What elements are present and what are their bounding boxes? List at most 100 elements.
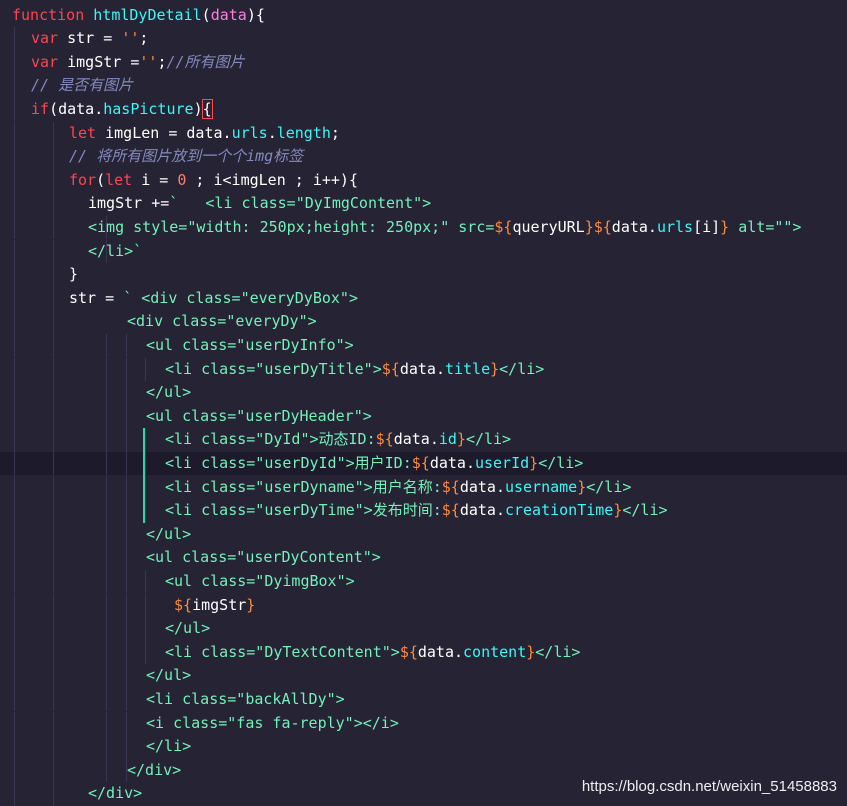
code-line[interactable]: </ul> <box>0 522 847 547</box>
code-line[interactable]: str = ` <div class="everyDyBox"> <box>0 286 847 311</box>
code-token: . <box>222 123 232 142</box>
code-line[interactable]: <li class="backAllDy"> <box>0 687 847 712</box>
indent-guide <box>145 617 146 641</box>
code-line[interactable]: <img style="width: 250px;height: 250px;"… <box>0 215 847 240</box>
code-token: <ul class="userDyInfo"> <box>146 335 354 354</box>
indent-guide <box>126 451 127 476</box>
code-line[interactable]: <li class="DyTextContent">${data.content… <box>0 640 847 665</box>
code-token: data <box>417 642 454 661</box>
code-line[interactable]: // 是否有图片 <box>0 74 847 98</box>
code-token: <ul class="userDyHeader"> <box>146 406 372 425</box>
code-line[interactable]: ${imgStr} <box>0 593 847 618</box>
code-line[interactable]: </li> <box>0 735 847 759</box>
code-token: str = <box>69 288 124 307</box>
code-text: function htmlDyDetail(data){ <box>12 4 265 28</box>
indent-guide <box>126 640 127 665</box>
indent-guide <box>106 381 107 405</box>
code-token: ( <box>96 170 106 189</box>
code-line[interactable]: <li class="DyId">动态ID:${data.id}</li> <box>0 428 847 452</box>
indent-guide <box>126 333 127 358</box>
code-text: for(let i = 0 ; i<imgLen ; i++){ <box>69 169 358 193</box>
indent-guide <box>14 735 15 759</box>
code-token: . <box>267 123 277 142</box>
indent-guide <box>53 263 54 287</box>
code-token: creationTime <box>504 501 614 520</box>
code-token: imgStr <box>192 595 247 614</box>
indent-guide <box>145 569 146 594</box>
code-token: } <box>246 595 256 614</box>
indent-guide <box>14 593 15 618</box>
code-line[interactable]: </ul> <box>0 381 847 405</box>
code-line[interactable]: <li class="userDyId">用户ID:${data.userId}… <box>0 451 847 476</box>
indent-guide <box>145 499 146 523</box>
code-token: urls <box>231 123 268 142</box>
code-text: let imgLen = data.urls.length; <box>69 122 340 146</box>
code-token: ; <box>330 123 340 142</box>
code-line[interactable]: let imgLen = data.urls.length; <box>0 121 847 146</box>
code-line[interactable]: <ul class="DyimgBox"> <box>0 569 847 594</box>
code-line[interactable]: <div class="everyDy"> <box>0 310 847 334</box>
code-token: ${ <box>399 642 418 661</box>
code-token: ) <box>193 99 203 118</box>
indent-guide <box>14 546 15 570</box>
code-token: htmlDyDetail <box>93 5 202 24</box>
indent-guide <box>14 758 15 783</box>
indent-guide <box>53 215 54 240</box>
code-token: <div class="everyDy"> <box>127 312 317 331</box>
code-line[interactable]: <ul class="userDyInfo"> <box>0 333 847 358</box>
code-text: </ul> <box>146 381 191 405</box>
code-token: } <box>529 453 539 472</box>
code-token: [i] <box>693 217 721 236</box>
indent-guide <box>53 381 54 405</box>
code-line[interactable]: <li class="userDyTime">发布时间:${data.creat… <box>0 499 847 523</box>
indent-guide <box>14 168 15 193</box>
code-token: data <box>429 453 466 472</box>
indent-guide <box>14 782 15 806</box>
code-text: str = ` <div class="everyDyBox"> <box>69 287 358 311</box>
indent-guide <box>14 522 15 547</box>
code-line[interactable]: for(let i = 0 ; i<imgLen ; i++){ <box>0 168 847 193</box>
code-line[interactable]: } <box>0 263 847 287</box>
code-line[interactable]: // 将所有图片放到一个个img标签 <box>0 145 847 169</box>
code-line[interactable]: </ul> <box>0 664 847 688</box>
code-line[interactable]: </li>` <box>0 239 847 264</box>
code-token: <li class="userDyId">用户ID: <box>165 453 412 472</box>
indent-guide <box>53 333 54 358</box>
indent-guide <box>126 711 127 736</box>
code-line[interactable]: <li class="userDyTitle">${data.title}</l… <box>0 357 847 382</box>
indent-guide <box>14 499 15 523</box>
code-token: data <box>210 5 247 24</box>
code-text: <li class="DyId">动态ID:${data.id}</li> <box>165 428 511 452</box>
indent-guide <box>14 451 15 476</box>
code-token: //所有图片 <box>166 52 245 71</box>
code-line[interactable]: </ul> <box>0 617 847 641</box>
code-line[interactable]: <li class="userDyname">用户名称:${data.usern… <box>0 475 847 500</box>
indent-guide <box>126 569 127 594</box>
indent-guide <box>106 404 107 429</box>
code-line[interactable]: var str = ''; <box>0 27 847 51</box>
code-token: var <box>31 29 68 48</box>
code-line[interactable]: var imgStr ='';//所有图片 <box>0 50 847 75</box>
code-line[interactable]: <ul class="userDyContent"> <box>0 546 847 570</box>
code-token: queryURL <box>512 217 585 236</box>
code-token: id <box>438 430 457 449</box>
code-token: </div> <box>127 760 182 779</box>
code-text: </div> <box>127 759 181 783</box>
indent-guide <box>53 357 54 382</box>
code-line[interactable]: function htmlDyDetail(data){ <box>0 4 847 28</box>
indent-guide <box>14 404 15 429</box>
code-token: alt=""> <box>729 217 802 236</box>
code-token: <li class="userDyTitle"> <box>165 359 382 378</box>
indent-guide <box>106 758 107 783</box>
indent-guide <box>53 145 54 169</box>
indent-guide <box>106 428 107 452</box>
code-text: <li class="userDyTime">发布时间:${data.creat… <box>165 499 668 523</box>
code-line[interactable]: if(data.hasPicture){ <box>0 97 847 122</box>
indent-guide <box>14 192 15 216</box>
code-line[interactable]: <ul class="userDyHeader"> <box>0 404 847 429</box>
indent-guide <box>106 711 107 736</box>
code-line[interactable]: <i class="fas fa-reply"></i> <box>0 711 847 736</box>
code-editor[interactable]: function htmlDyDetail(data){var str = ''… <box>0 0 847 806</box>
code-line[interactable]: imgStr +=` <li class="DyImgContent"> <box>0 192 847 216</box>
indent-guide <box>14 215 15 240</box>
